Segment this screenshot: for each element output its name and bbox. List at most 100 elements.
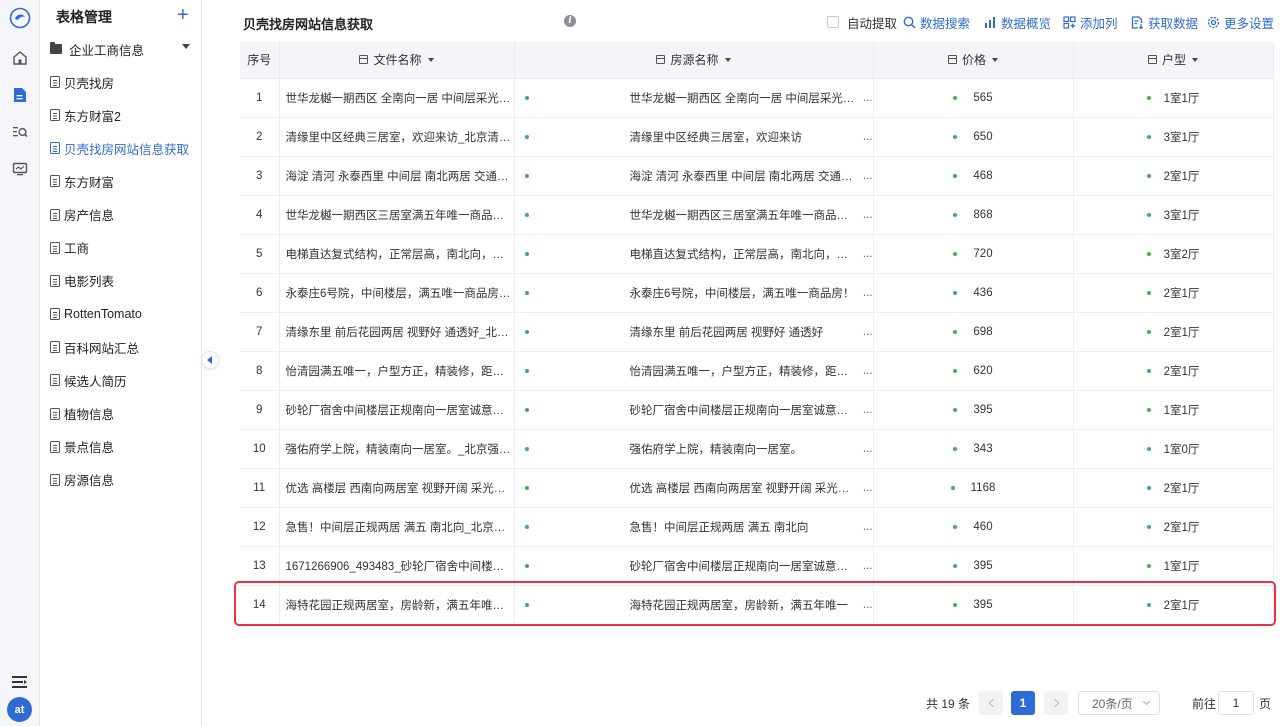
sidebar-item[interactable]: 贝壳找房网站信息获取	[50, 137, 200, 159]
sidebar-item[interactable]: 贝壳找房	[50, 71, 200, 93]
cell-layout[interactable]: 2室1厅	[1073, 585, 1274, 625]
more-settings-button[interactable]: 更多设置	[1207, 13, 1274, 31]
cell-layout[interactable]: 3室2厅	[1073, 234, 1274, 274]
cell-file-name[interactable]: 电梯直达复式结构，正常层高，南北向，满五唯一_北京	[279, 234, 515, 274]
cell-price[interactable]: 395	[873, 390, 1074, 430]
cell-price[interactable]: 436	[873, 273, 1074, 313]
cell-price[interactable]: 468	[873, 156, 1074, 196]
cell-listing-name[interactable]: 清缘里中区经典三居室，欢迎来访...	[514, 117, 874, 157]
sidebar-item[interactable]: 百科网站汇总	[50, 336, 200, 358]
cell-price[interactable]: 343	[873, 429, 1074, 469]
cell-listing-name[interactable]: 怡清园满五唯一，户型方正，精装修，距离8号线地铁近...	[514, 351, 874, 391]
cell-listing-name[interactable]: 电梯直达复式结构，正常层高，南北向，满五唯一，税费少...	[514, 234, 874, 274]
sidebar-group[interactable]: 企业工商信息	[50, 38, 200, 60]
cell-listing-name[interactable]: 永泰庄6号院，中间楼层，满五唯一商品房！...	[514, 273, 874, 313]
cell-file-name[interactable]: 清缘东里 前后花园两居 视野好 通透好_北京清缘东里	[279, 312, 515, 352]
collapse-sidebar-button[interactable]	[201, 351, 219, 369]
monitor-icon[interactable]	[8, 157, 32, 181]
cell-price[interactable]: 868	[873, 195, 1074, 235]
checkbox[interactable]	[827, 16, 839, 28]
cell-listing-name[interactable]: 海淀 清河 永泰西里 中间层 南北两居 交通便利 满五...	[514, 156, 874, 196]
cell-layout[interactable]: 1室1厅	[1073, 390, 1274, 430]
home-icon[interactable]	[8, 46, 32, 70]
cell-price[interactable]: 1168	[873, 468, 1074, 508]
document-icon[interactable]	[8, 83, 32, 107]
cell-listing-name[interactable]: 优选 高楼层 西南向两居室 视野开阔 采光充足...	[514, 468, 874, 508]
cell-layout[interactable]: 2室1厅	[1073, 312, 1274, 352]
cell-listing-name[interactable]: 世华龙樾一期西区 全南向一居 中间层采光好 满五唯一...	[514, 78, 874, 118]
cell-file-name[interactable]: 急售！中间层正规两居 满五 南北向_北京永泰西里	[279, 507, 515, 547]
menu-icon[interactable]	[8, 670, 32, 694]
table-row[interactable]: 11优选 高楼层 西南向两居室 视野开阔 采光充足_北京优选 高楼层 西南向两居…	[240, 468, 1274, 508]
goto-page-input[interactable]	[1218, 691, 1254, 715]
add-column-button[interactable]: 添加列	[1063, 13, 1118, 31]
cell-file-name[interactable]: 优选 高楼层 西南向两居室 视野开阔 采光充足_北京	[279, 468, 515, 508]
cell-file-name[interactable]: 砂轮厂宿舍中间楼层正规南向一居室诚意出售_北京	[279, 390, 515, 430]
table-row[interactable]: 6永泰庄6号院，中间楼层，满五唯一商品房！_北京永泰庄永泰庄6号院，中间楼层，满…	[240, 273, 1274, 313]
cell-listing-name[interactable]: 海特花园正规两居室，房龄新，满五年唯一...	[514, 585, 874, 625]
next-page-button[interactable]	[1044, 691, 1068, 715]
cell-layout[interactable]: 2室1厅	[1073, 351, 1274, 391]
cell-layout[interactable]: 3室1厅	[1073, 117, 1274, 157]
cell-file-name[interactable]: 强佑府学上院，精装南向一居室。_北京强佑府学上院	[279, 429, 515, 469]
cell-listing-name[interactable]: 强佑府学上院，精装南向一居室。...	[514, 429, 874, 469]
table-row[interactable]: 4世华龙樾一期西区三居室满五年唯一商品房小区环境好世华龙樾一期西区三居室满五年唯…	[240, 195, 1274, 235]
cell-listing-name[interactable]: 世华龙樾一期西区三居室满五年唯一商品房小区环境好...	[514, 195, 874, 235]
cell-file-name[interactable]: 1671266906_493483_砂轮厂宿舍中间楼层正规南向一居室	[279, 546, 515, 586]
cell-price[interactable]: 395	[873, 585, 1074, 625]
column-header-listing-name[interactable]: 房源名称	[514, 42, 874, 79]
auto-extract-toggle[interactable]: 自动提取	[827, 13, 897, 31]
sidebar-item[interactable]: 景点信息	[50, 436, 200, 458]
table-row[interactable]: 14海特花园正规两居室，房龄新，满五年唯一_北京海特花园海特花园正规两居室，房龄…	[240, 585, 1274, 625]
cell-price[interactable]: 395	[873, 546, 1074, 586]
column-header-file-name[interactable]: 文件名称	[279, 42, 515, 79]
cell-price[interactable]: 620	[873, 351, 1074, 391]
table-row[interactable]: 1世华龙樾一期西区 全南向一居 中间层采光好 满五唯一商品房世华龙樾一期西区 全…	[240, 78, 1274, 118]
table-row[interactable]: 5电梯直达复式结构，正常层高，南北向，满五唯一_北京电梯直达复式结构，正常层高，…	[240, 234, 1274, 274]
sidebar-item[interactable]: RottenTomato	[50, 303, 200, 325]
sidebar-item[interactable]: 电影列表	[50, 270, 200, 292]
data-overview-button[interactable]: 数据概览	[984, 13, 1051, 31]
table-row[interactable]: 3海淀 清河 永泰西里 中间层 南北两居 交通便利_北京永泰西里海淀 清河 永泰…	[240, 156, 1274, 196]
cell-price[interactable]: 565	[873, 78, 1074, 118]
get-data-button[interactable]: 获取数据	[1131, 13, 1198, 31]
table-row[interactable]: 2清缘里中区经典三居室，欢迎来访_北京清缘里中区清缘里中区经典三居室，欢迎来访.…	[240, 117, 1274, 157]
data-search-button[interactable]: 数据搜索	[903, 13, 970, 31]
search-list-icon[interactable]	[8, 120, 32, 144]
cell-price[interactable]: 720	[873, 234, 1074, 274]
cell-layout[interactable]: 2室1厅	[1073, 507, 1274, 547]
cell-layout[interactable]: 2室1厅	[1073, 273, 1274, 313]
table-row[interactable]: 8怡清园满五唯一，户型方正，精装修，距离8号线近_北京怡清园满五唯一，户型方正，…	[240, 351, 1274, 391]
cell-layout[interactable]: 3室1厅	[1073, 195, 1274, 235]
sidebar-item[interactable]: 房产信息	[50, 204, 200, 226]
table-row[interactable]: 7清缘东里 前后花园两居 视野好 通透好_北京清缘东里清缘东里 前后花园两居 视…	[240, 312, 1274, 352]
cell-listing-name[interactable]: 急售！中间层正规两居 满五 南北向...	[514, 507, 874, 547]
sidebar-item[interactable]: 植物信息	[50, 403, 200, 425]
table-row[interactable]: 9砂轮厂宿舍中间楼层正规南向一居室诚意出售_北京砂轮厂宿舍中间楼层正规南向一居室…	[240, 390, 1274, 430]
cell-file-name[interactable]: 永泰庄6号院，中间楼层，满五唯一商品房！_北京永泰庄	[279, 273, 515, 313]
sidebar-item[interactable]: 东方财富	[50, 170, 200, 192]
prev-page-button[interactable]	[979, 691, 1003, 715]
cell-layout[interactable]: 1室1厅	[1073, 546, 1274, 586]
column-header-layout[interactable]: 户型	[1073, 42, 1274, 79]
cell-layout[interactable]: 2室1厅	[1073, 468, 1274, 508]
cell-price[interactable]: 698	[873, 312, 1074, 352]
logo-icon[interactable]	[8, 6, 32, 30]
cell-listing-name[interactable]: 清缘东里 前后花园两居 视野好 通透好...	[514, 312, 874, 352]
cell-file-name[interactable]: 清缘里中区经典三居室，欢迎来访_北京清缘里中区	[279, 117, 515, 157]
add-table-button[interactable]: +	[177, 3, 189, 27]
info-icon[interactable]: i	[564, 15, 576, 27]
sidebar-item[interactable]: 东方财富2	[50, 104, 200, 126]
table-row[interactable]: 12急售！中间层正规两居 满五 南北向_北京永泰西里急售！中间层正规两居 满五 …	[240, 507, 1274, 547]
table-row[interactable]: 10强佑府学上院，精装南向一居室。_北京强佑府学上院强佑府学上院，精装南向一居室…	[240, 429, 1274, 469]
sidebar-item[interactable]: 工商	[50, 237, 200, 259]
cell-file-name[interactable]: 海淀 清河 永泰西里 中间层 南北两居 交通便利_北京永泰西里	[279, 156, 515, 196]
column-header-price[interactable]: 价格	[873, 42, 1074, 79]
table-row[interactable]: 131671266906_493483_砂轮厂宿舍中间楼层正规南向一居室砂轮厂宿…	[240, 546, 1274, 586]
sidebar-item[interactable]: 候选人简历	[50, 369, 200, 391]
cell-file-name[interactable]: 海特花园正规两居室，房龄新，满五年唯一_北京海特花园	[279, 585, 515, 625]
page-button-current[interactable]: 1	[1011, 691, 1035, 715]
avatar[interactable]: at	[7, 697, 32, 722]
cell-layout[interactable]: 1室0厅	[1073, 429, 1274, 469]
cell-file-name[interactable]: 世华龙樾一期西区三居室满五年唯一商品房小区环境好	[279, 195, 515, 235]
